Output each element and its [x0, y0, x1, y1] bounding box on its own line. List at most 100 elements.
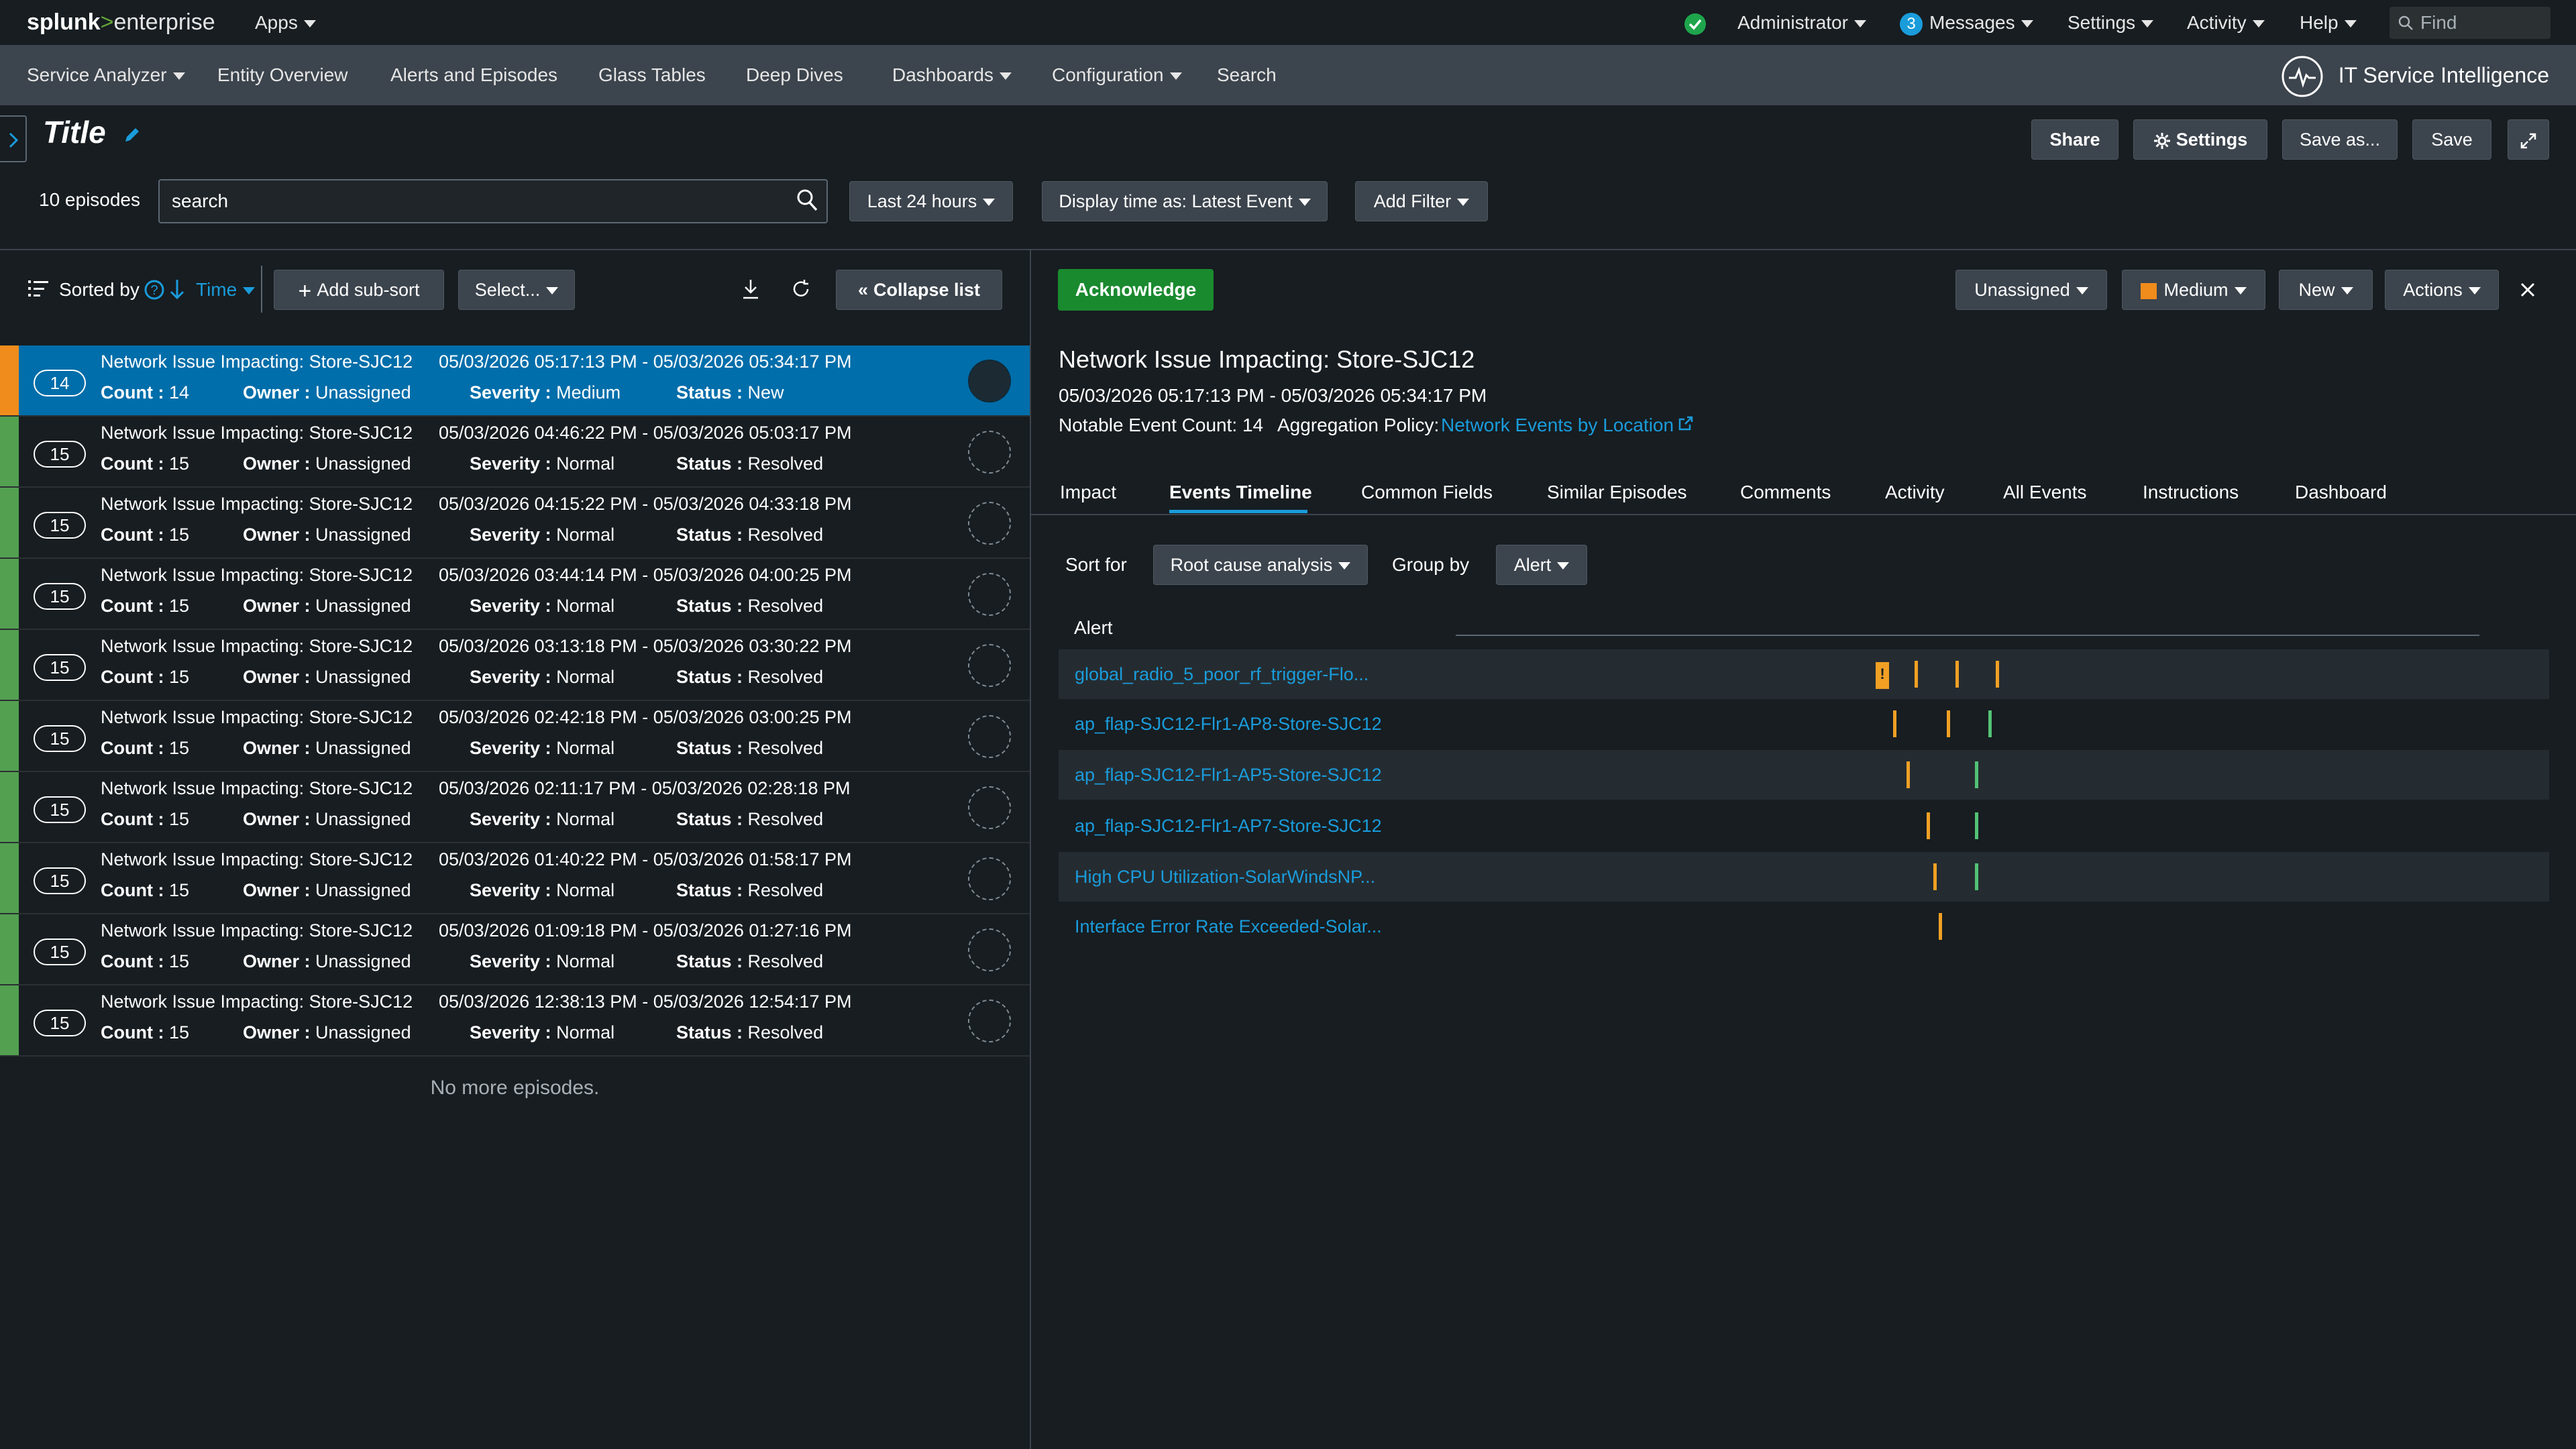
- event-marker[interactable]: [1947, 710, 1950, 737]
- episode-row[interactable]: 15 Network Issue Impacting: Store-SJC12 …: [0, 488, 1030, 559]
- event-marker[interactable]: [1975, 863, 1978, 890]
- episode-status-field: Status : Resolved: [676, 880, 823, 901]
- nav-dashboards[interactable]: Dashboards: [892, 45, 1012, 105]
- nav-alerts-and-episodes[interactable]: Alerts and Episodes: [390, 45, 557, 105]
- owner-value: Unassigned: [315, 667, 411, 687]
- alert-link[interactable]: ap_flap-SJC12-Flr1-AP7-Store-SJC12: [1075, 801, 1382, 851]
- nav-entity-overview[interactable]: Entity Overview: [217, 45, 348, 105]
- pane-divider[interactable]: [1030, 250, 1031, 1449]
- tab-events-timeline[interactable]: Events Timeline: [1169, 482, 1312, 503]
- episode-row[interactable]: 15 Network Issue Impacting: Store-SJC12 …: [0, 630, 1030, 701]
- user-menu[interactable]: Administrator: [1737, 0, 1866, 45]
- event-marker[interactable]: [1988, 710, 1992, 737]
- tab-similar-episodes[interactable]: Similar Episodes: [1547, 482, 1687, 503]
- event-marker[interactable]: [1927, 812, 1930, 839]
- episode-row[interactable]: 15 Network Issue Impacting: Store-SJC12 …: [0, 914, 1030, 985]
- nav-deep-dives[interactable]: Deep Dives: [746, 45, 843, 105]
- find-input[interactable]: Find: [2390, 7, 2551, 39]
- logo-enterprise-text: enterprise: [113, 9, 215, 35]
- episode-row[interactable]: 15 Network Issue Impacting: Store-SJC12 …: [0, 559, 1030, 630]
- close-icon[interactable]: [2518, 280, 2537, 299]
- tab-activity[interactable]: Activity: [1885, 482, 1945, 503]
- settings-menu[interactable]: Settings: [2068, 0, 2153, 45]
- download-icon[interactable]: [741, 278, 761, 301]
- severity-dropdown[interactable]: Medium: [2122, 270, 2265, 310]
- tab-impact[interactable]: Impact: [1060, 482, 1116, 503]
- episode-row[interactable]: 15 Network Issue Impacting: Store-SJC12 …: [0, 772, 1030, 843]
- severity-value: Normal: [556, 951, 615, 971]
- alert-link[interactable]: ap_flap-SJC12-Flr1-AP5-Store-SJC12: [1075, 750, 1382, 800]
- event-marker[interactable]: [1893, 710, 1896, 737]
- acknowledge-button[interactable]: Acknowledge: [1058, 269, 1214, 311]
- alert-link[interactable]: ap_flap-SJC12-Flr1-AP8-Store-SJC12: [1075, 699, 1382, 749]
- owner-label: Owner :: [243, 1022, 311, 1042]
- episode-title: Network Issue Impacting: Store-SJC12: [101, 920, 413, 941]
- status-dropdown[interactable]: New: [2279, 270, 2373, 310]
- episode-owner-field: Owner : Unassigned: [243, 1022, 411, 1043]
- aggregation-policy-link[interactable]: Network Events by Location: [1441, 415, 1694, 436]
- sort-for-dropdown[interactable]: Root cause analysis: [1153, 545, 1368, 585]
- no-more-episodes-text: No more episodes.: [430, 1077, 600, 1099]
- nav-glass-tables[interactable]: Glass Tables: [598, 45, 706, 105]
- select-dropdown[interactable]: Select...: [458, 270, 575, 310]
- event-marker[interactable]: [1975, 812, 1978, 839]
- event-marker[interactable]: [1915, 661, 1918, 688]
- collapse-list-button[interactable]: «Collapse list: [836, 270, 1002, 310]
- help-circle-icon[interactable]: ?: [144, 279, 165, 301]
- tab-common-fields[interactable]: Common Fields: [1361, 482, 1493, 503]
- episode-row[interactable]: 14 Network Issue Impacting: Store-SJC12 …: [0, 345, 1030, 417]
- nav-search[interactable]: Search: [1217, 45, 1277, 105]
- tab-comments[interactable]: Comments: [1740, 482, 1831, 503]
- episode-row[interactable]: 15 Network Issue Impacting: Store-SJC12 …: [0, 701, 1030, 772]
- display-time-dropdown[interactable]: Display time as: Latest Event: [1042, 181, 1328, 221]
- refresh-icon[interactable]: [790, 278, 812, 301]
- event-marker[interactable]: [1975, 761, 1978, 788]
- apps-menu[interactable]: Apps: [255, 0, 316, 45]
- event-marker[interactable]: [1955, 661, 1959, 688]
- event-marker[interactable]: [1907, 761, 1910, 788]
- save-button[interactable]: Save: [2412, 119, 2491, 160]
- warning-event-marker[interactable]: !: [1876, 662, 1889, 689]
- activity-menu[interactable]: Activity: [2187, 0, 2265, 45]
- event-count-badge: 15: [34, 796, 86, 823]
- fullscreen-button[interactable]: [2508, 119, 2549, 160]
- tab-dashboard[interactable]: Dashboard: [2295, 482, 2387, 503]
- splunk-logo[interactable]: splunk>enterprise: [27, 0, 215, 45]
- event-marker[interactable]: [1939, 913, 1942, 940]
- owner-dropdown[interactable]: Unassigned: [1955, 270, 2107, 310]
- episode-row[interactable]: 15 Network Issue Impacting: Store-SJC12 …: [0, 843, 1030, 914]
- event-marker[interactable]: [1996, 661, 1999, 688]
- share-button[interactable]: Share: [2031, 119, 2118, 160]
- actions-dropdown[interactable]: Actions: [2385, 270, 2499, 310]
- add-filter-dropdown[interactable]: Add Filter: [1355, 181, 1488, 221]
- top-bar: splunk>enterprise Apps Administrator 3 Me…: [0, 0, 2576, 45]
- alert-link[interactable]: High CPU Utilization-SolarWindsNP...: [1075, 852, 1375, 902]
- severity-stripe: [0, 985, 19, 1055]
- nav-service-analyzer[interactable]: Service Analyzer: [27, 45, 185, 105]
- tab-all-events[interactable]: All Events: [2003, 482, 2087, 503]
- episode-search-input[interactable]: [158, 179, 828, 223]
- search-icon[interactable]: [796, 188, 818, 212]
- timeline-row: ap_flap-SJC12-Flr1-AP7-Store-SJC12: [1059, 801, 2549, 851]
- episode-avatar-placeholder: [968, 1000, 1011, 1042]
- tab-instructions[interactable]: Instructions: [2143, 482, 2239, 503]
- alert-link[interactable]: global_radio_5_poor_rf_trigger-Flo...: [1075, 649, 1368, 699]
- severity-label: Severity :: [470, 525, 551, 545]
- messages-menu[interactable]: 3 Messages: [1900, 0, 2033, 45]
- alert-link[interactable]: Interface Error Rate Exceeded-Solar...: [1075, 902, 1382, 951]
- group-by-dropdown[interactable]: Alert: [1496, 545, 1587, 585]
- save-as-button[interactable]: Save as...: [2282, 119, 2398, 160]
- episode-row[interactable]: 15 Network Issue Impacting: Store-SJC12 …: [0, 985, 1030, 1057]
- episode-row[interactable]: 15 Network Issue Impacting: Store-SJC12 …: [0, 417, 1030, 488]
- sort-field-dropdown[interactable]: Time: [196, 279, 255, 301]
- sort-descending-icon[interactable]: [169, 278, 185, 301]
- episode-avatar-placeholder: [968, 573, 1011, 616]
- expand-sidebar-button[interactable]: [0, 115, 27, 162]
- add-sub-sort-button[interactable]: + Add sub-sort: [274, 270, 444, 310]
- settings-button[interactable]: Settings: [2133, 119, 2267, 160]
- time-range-dropdown[interactable]: Last 24 hours: [849, 181, 1013, 221]
- event-marker[interactable]: [1933, 863, 1937, 890]
- edit-pencil-icon[interactable]: [123, 125, 142, 144]
- help-menu[interactable]: Help: [2300, 0, 2357, 45]
- nav-configuration[interactable]: Configuration: [1052, 45, 1182, 105]
